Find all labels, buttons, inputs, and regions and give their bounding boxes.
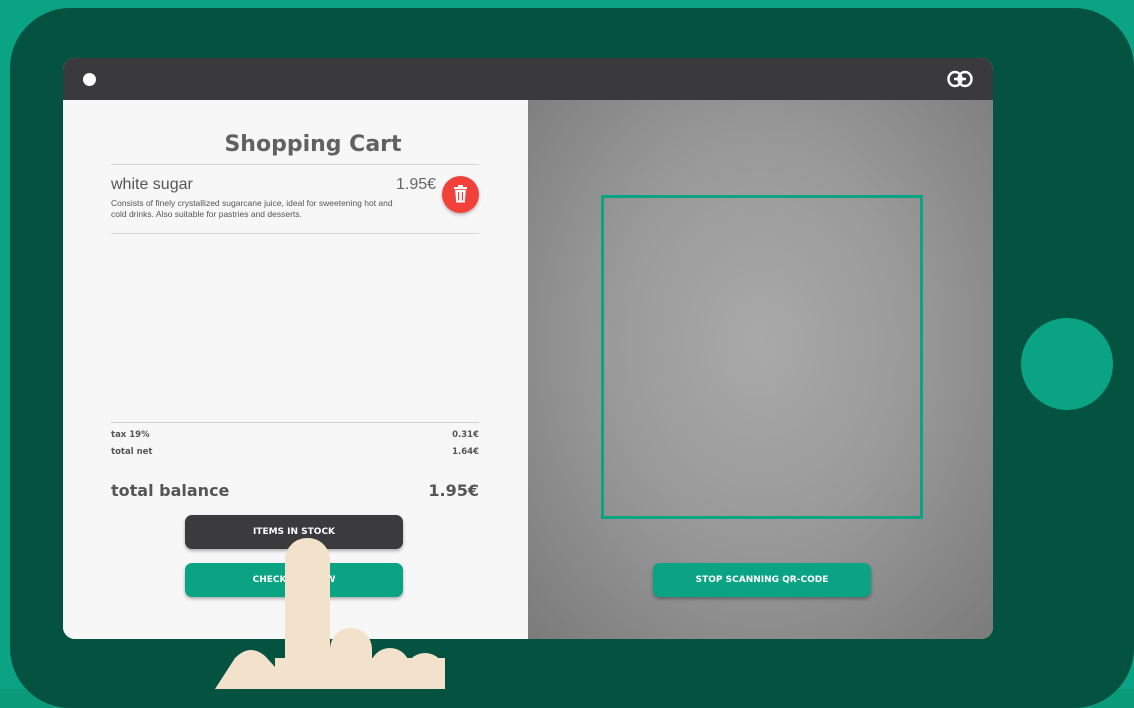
- net-label: total net: [111, 447, 153, 457]
- page-title: Shopping Cart: [224, 132, 402, 157]
- net-row: total net 1.64€: [111, 447, 479, 457]
- delete-item-button[interactable]: [442, 176, 479, 213]
- link-icon[interactable]: [947, 70, 973, 88]
- trash-icon: [454, 185, 467, 203]
- stop-scanning-button[interactable]: STOP SCANNING QR-CODE: [653, 563, 871, 597]
- item-name: white sugar: [111, 176, 193, 193]
- divider: [111, 164, 479, 165]
- item-description: Consists of finely crystallized sugarcan…: [111, 198, 393, 219]
- balance-row: total balance 1.95€: [111, 481, 479, 500]
- qr-scan-frame: [601, 195, 923, 519]
- status-dot-icon: [83, 73, 96, 86]
- top-bar: [63, 58, 993, 100]
- qr-scanner-pane: STOP SCANNING QR-CODE: [528, 100, 993, 639]
- tablet-screen: Shopping Cart white sugar Consists of fi…: [63, 58, 993, 639]
- item-price: 1.95€: [396, 176, 437, 193]
- hand-pointer-icon: [215, 538, 445, 689]
- tax-value: 0.31€: [452, 430, 479, 440]
- divider: [111, 233, 479, 234]
- tax-row: tax 19% 0.31€: [111, 430, 479, 440]
- balance-value: 1.95€: [428, 481, 479, 500]
- tablet-home-button[interactable]: [1021, 318, 1113, 410]
- net-value: 1.64€: [452, 447, 479, 457]
- balance-label: total balance: [111, 481, 230, 500]
- divider: [111, 422, 479, 423]
- tax-label: tax 19%: [111, 430, 150, 440]
